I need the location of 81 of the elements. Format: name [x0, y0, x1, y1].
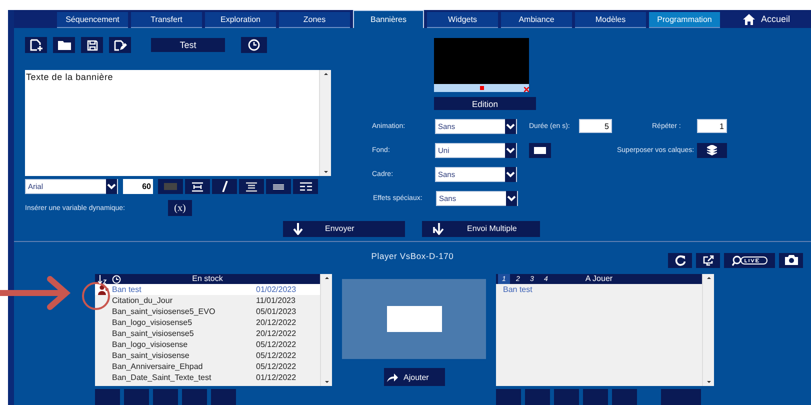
forward-arrow-icon — [386, 372, 398, 382]
chevron-down-icon — [506, 122, 515, 130]
chevron-down-icon — [506, 170, 515, 178]
list-header: En stock — [192, 274, 223, 283]
text-color-button[interactable] — [158, 179, 183, 194]
save-icon — [86, 40, 98, 50]
nav-tab[interactable]: Programmation — [649, 12, 720, 28]
add-button[interactable]: Ajouter — [384, 368, 444, 386]
stock-item[interactable]: Ban_saint_visiosense 05/12/2022 — [95, 350, 320, 361]
edit-button[interactable]: Edition — [434, 97, 536, 110]
nav-tab[interactable]: Transfert — [131, 12, 202, 28]
stock-item[interactable]: Ban_logo_visiosense 05/12/2022 — [95, 339, 320, 350]
screenshot-button[interactable] — [779, 252, 803, 268]
banner-text-area[interactable]: Texte de la bannière — [25, 70, 331, 176]
live-view-button[interactable] — [724, 252, 775, 268]
justify-icon — [273, 184, 284, 190]
stock-item[interactable]: Ban_saint_visiosense5_EVO 05/01/2023 — [95, 306, 320, 317]
spacing-button[interactable] — [185, 179, 210, 194]
camera-icon — [784, 255, 798, 266]
clock-icon — [248, 39, 260, 51]
layers-icon — [707, 144, 718, 156]
insert-variable-button[interactable]: (x) — [168, 200, 192, 216]
spacing-icon — [192, 182, 203, 192]
align-center-button[interactable] — [239, 179, 264, 194]
chevron-down-icon — [107, 183, 116, 190]
nav-tab[interactable]: Séquencement — [57, 12, 128, 28]
chevron-down-icon — [506, 146, 515, 154]
refresh-icon — [674, 254, 686, 266]
folder-button[interactable] — [53, 37, 75, 53]
multi-arrow-down-icon — [432, 222, 445, 235]
resize-handle-icon[interactable] — [524, 87, 529, 92]
schedule-button[interactable] — [241, 37, 267, 53]
annotation-arrow — [0, 276, 71, 310]
nav-tab[interactable]: Widgets — [427, 12, 498, 28]
layers-button[interactable] — [697, 142, 728, 158]
italic-icon — [222, 181, 228, 192]
repeat-field[interactable]: 1 — [697, 119, 727, 133]
refresh-button[interactable] — [668, 252, 692, 268]
arrow-down-icon — [293, 222, 303, 235]
background-color-button[interactable] — [529, 142, 551, 158]
queue-item[interactable]: Ban test — [503, 285, 532, 294]
home-icon — [742, 14, 755, 24]
stock-item[interactable]: Ban_logo_visiosense5 20/12/2022 — [95, 317, 320, 328]
external-screen-button[interactable] — [696, 252, 720, 268]
nav-tab[interactable]: Zones — [279, 12, 350, 28]
align-icon — [246, 182, 257, 192]
list-header: A Jouer — [585, 274, 613, 283]
edit-file-button[interactable] — [109, 37, 131, 53]
nav-tab[interactable]: Exploration — [205, 12, 276, 28]
monitor-arrow-icon — [702, 254, 714, 266]
multi-send-button[interactable]: Envoi Multiple — [422, 220, 540, 237]
stock-item[interactable]: Ban test 01/02/2023 — [95, 284, 320, 295]
folder-icon — [58, 40, 70, 50]
banner-name-field[interactable]: Test — [151, 38, 225, 52]
nav-tab[interactable]: Modèles — [575, 12, 646, 28]
new-file-icon — [30, 39, 42, 51]
duration-field[interactable]: 5 — [579, 119, 612, 133]
clock-icon — [112, 274, 121, 284]
sort-icon — [98, 274, 107, 284]
columns-icon — [300, 182, 312, 191]
nav-tab[interactable]: Ambiance — [501, 12, 572, 28]
annotation-circle — [82, 282, 110, 310]
nav-tab[interactable]: Bannières — [353, 10, 424, 28]
home-button[interactable]: Accueil — [742, 10, 790, 28]
send-button[interactable]: Envoyer — [283, 220, 405, 237]
new-file-button[interactable] — [25, 37, 47, 53]
live-view-icon — [732, 254, 768, 266]
color-swatch-icon — [164, 183, 177, 190]
stock-item[interactable]: Ban_saint_visiosense5 20/12/2022 — [95, 328, 320, 339]
anchor-handle-icon[interactable] — [480, 86, 484, 90]
font-size-field[interactable]: 60 — [123, 179, 153, 194]
columns-button[interactable] — [293, 179, 318, 194]
justify-button[interactable] — [266, 179, 291, 194]
player-title: Player VsBox-D-170 — [371, 250, 454, 261]
save-button[interactable] — [81, 37, 103, 53]
stock-item[interactable]: Citation_du_Jour 11/01/2023 — [95, 295, 320, 306]
italic-button[interactable] — [212, 179, 237, 194]
stock-item[interactable]: Ban_Anniversaire_Ehpad 05/12/2022 — [95, 361, 320, 372]
chevron-down-icon — [507, 194, 516, 202]
stock-item[interactable]: Ban_Date_Saint_Texte_test 01/12/2022 — [95, 372, 320, 383]
edit-file-icon — [114, 40, 126, 50]
